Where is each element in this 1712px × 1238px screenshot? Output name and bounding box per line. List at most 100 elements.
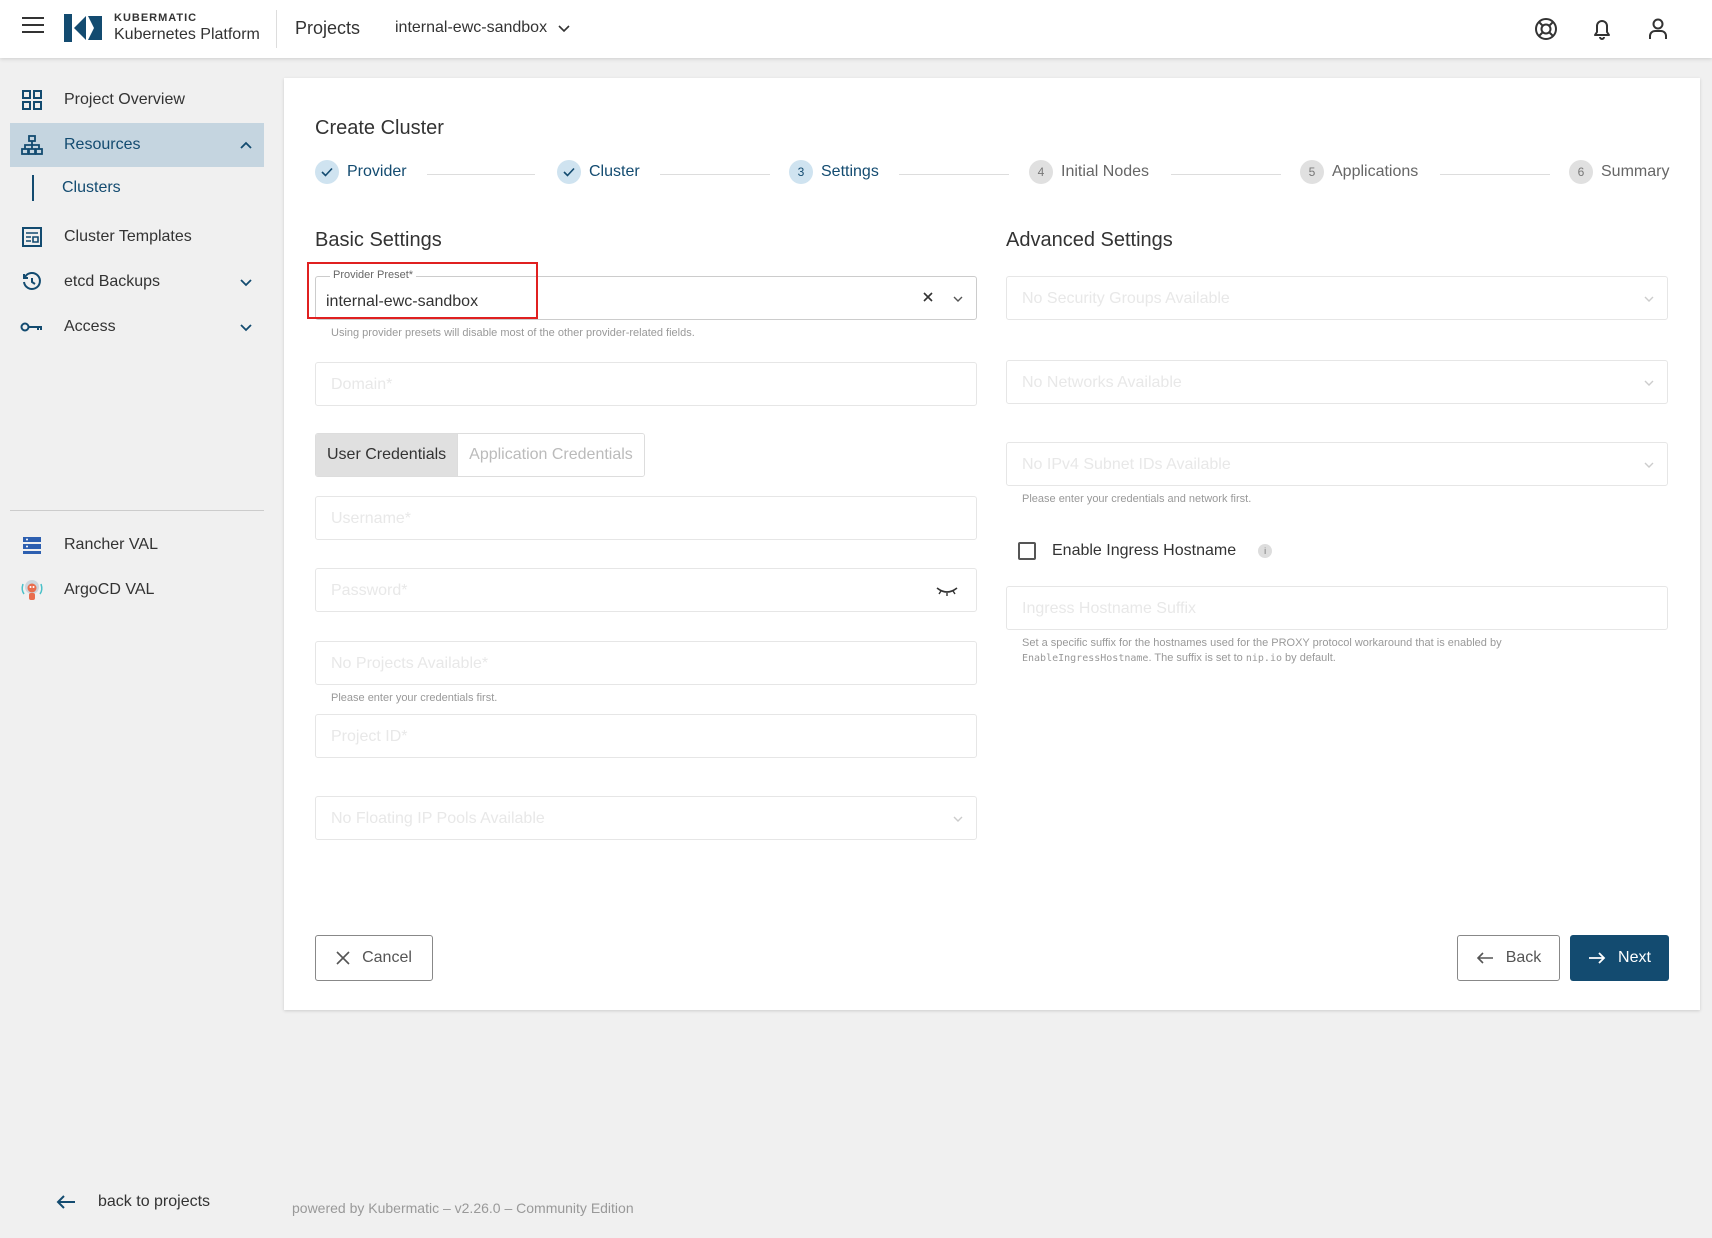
step-connector	[660, 174, 770, 175]
chevron-down-icon	[240, 279, 252, 287]
sidebar-item-resources[interactable]: Resources	[10, 123, 264, 167]
step-connector	[1171, 174, 1281, 175]
create-cluster-card: Create Cluster Provider Cluster 3 Settin…	[284, 78, 1700, 1010]
step-label: Applications	[1332, 163, 1419, 180]
placeholder: No Networks Available	[1022, 374, 1182, 391]
sidebar-item-etcd-backups[interactable]: etcd Backups	[10, 260, 264, 304]
sidebar-item-label: ArgoCD VAL	[64, 581, 155, 598]
arrow-right-icon	[1589, 952, 1606, 964]
step-number: 5	[1300, 160, 1324, 184]
password-input[interactable]: Password*	[315, 568, 977, 612]
chevron-down-icon	[558, 25, 570, 33]
step-connector	[1440, 174, 1550, 175]
sidebar: Project Overview Resources Clusters Clus…	[0, 58, 272, 1238]
button-label: Next	[1618, 949, 1651, 966]
chevron-down-icon	[1644, 462, 1654, 468]
sidebar-item-label: Rancher VAL	[64, 536, 158, 553]
networks-select[interactable]: No Networks Available	[1006, 360, 1668, 404]
kubermatic-logo[interactable]	[64, 12, 102, 44]
username-input[interactable]: Username*	[315, 496, 977, 540]
subnets-select[interactable]: No IPv4 Subnet IDs Available	[1006, 442, 1668, 486]
user-icon[interactable]	[1645, 16, 1671, 42]
floating-ip-pool-select[interactable]: No Floating IP Pools Available	[315, 796, 977, 840]
field-value: internal-ewc-sandbox	[326, 293, 479, 310]
hierarchy-icon	[20, 133, 44, 157]
step-label: Cluster	[589, 163, 640, 180]
sidebar-item-access[interactable]: Access	[10, 305, 264, 349]
eye-closed-icon[interactable]	[936, 585, 958, 597]
sidebar-item-label: Access	[64, 318, 116, 335]
sidebar-item-rancher[interactable]: Rancher VAL	[10, 523, 264, 567]
placeholder: Ingress Hostname Suffix	[1022, 600, 1197, 617]
step-number: 3	[789, 160, 813, 184]
menu-icon[interactable]	[22, 17, 44, 35]
sidebar-item-clusters[interactable]: Clusters	[32, 175, 121, 201]
projects-link[interactable]: Projects	[295, 18, 360, 39]
cancel-button[interactable]: Cancel	[315, 935, 433, 981]
arrow-left-icon	[1476, 952, 1493, 964]
step-label: Provider	[347, 163, 407, 180]
page-title: Create Cluster	[315, 117, 444, 139]
chevron-down-icon	[1644, 380, 1654, 386]
step-label: Summary	[1601, 163, 1670, 180]
project-selector[interactable]: internal-ewc-sandbox	[395, 19, 571, 37]
step-number: 4	[1029, 160, 1053, 184]
step-label: Settings	[821, 163, 879, 180]
ingress-hostname-suffix-input[interactable]: Ingress Hostname Suffix	[1006, 586, 1668, 630]
history-icon	[20, 270, 44, 294]
step-settings[interactable]: 3 Settings	[789, 160, 879, 184]
security-groups-select[interactable]: No Security Groups Available	[1006, 276, 1668, 320]
placeholder: No IPv4 Subnet IDs Available	[1022, 456, 1231, 473]
sidebar-item-label: Project Overview	[64, 91, 185, 108]
back-label: back to projects	[98, 1193, 211, 1210]
application-credentials-tab[interactable]: Application Credentials	[457, 434, 644, 476]
close-icon[interactable]	[920, 289, 936, 305]
placeholder: Username*	[331, 510, 412, 527]
step-initial-nodes[interactable]: 4 Initial Nodes	[1029, 160, 1149, 184]
stepper: Provider Cluster 3 Settings 4 Initial No…	[315, 160, 1671, 190]
project-id-input[interactable]: Project ID*	[315, 714, 977, 758]
key-icon	[20, 315, 44, 339]
placeholder: Domain*	[331, 376, 393, 393]
credentials-toggle: User Credentials Application Credentials	[315, 433, 645, 477]
check-icon	[557, 160, 581, 184]
projects-select[interactable]: No Projects Available*	[315, 641, 977, 685]
placeholder: Password*	[331, 582, 408, 599]
sidebar-item-label: etcd Backups	[64, 273, 161, 290]
sidebar-item-project-overview[interactable]: Project Overview	[10, 78, 264, 122]
back-to-projects-link[interactable]: back to projects	[56, 1193, 210, 1211]
sidebar-item-cluster-templates[interactable]: Cluster Templates	[10, 215, 264, 259]
chevron-down-icon	[1644, 296, 1654, 302]
advanced-settings-title: Advanced Settings	[1006, 229, 1173, 251]
back-button[interactable]: Back	[1457, 935, 1560, 981]
brand-subtitle: Kubernetes Platform	[114, 26, 260, 43]
hint-text: by default.	[1285, 652, 1336, 664]
button-label: Cancel	[362, 949, 412, 966]
top-bar: KUBERMATIC Kubernetes Platform Projects …	[0, 0, 1712, 58]
help-icon[interactable]	[1533, 16, 1559, 42]
user-credentials-tab[interactable]: User Credentials	[316, 434, 458, 476]
placeholder: Project ID*	[331, 728, 408, 745]
ingress-hostname-checkbox[interactable]	[1018, 542, 1036, 560]
domain-input[interactable]: Domain*	[315, 362, 977, 406]
bell-icon[interactable]	[1589, 16, 1615, 42]
step-summary[interactable]: 6 Summary	[1569, 160, 1669, 184]
step-applications[interactable]: 5 Applications	[1300, 160, 1418, 184]
divider	[276, 10, 277, 48]
preset-hint: Using provider presets will disable most…	[331, 327, 695, 339]
argocd-icon	[20, 578, 44, 602]
info-icon[interactable]: i	[1258, 544, 1273, 558]
step-provider[interactable]: Provider	[315, 160, 407, 184]
checkbox-label[interactable]: Enable Ingress Hostname	[1052, 542, 1236, 560]
next-button[interactable]: Next	[1570, 935, 1669, 981]
provider-preset-select[interactable]: Provider Preset* internal-ewc-sandbox	[315, 269, 977, 320]
sidebar-item-argocd[interactable]: ArgoCD VAL	[10, 568, 264, 612]
ingress-hostname-row: Enable Ingress Hostname i	[1018, 542, 1273, 560]
basic-settings-title: Basic Settings	[315, 229, 442, 251]
sidebar-item-label: Cluster Templates	[64, 228, 192, 245]
step-cluster[interactable]: Cluster	[557, 160, 640, 184]
step-connector	[427, 174, 535, 175]
step-number: 6	[1569, 160, 1593, 184]
hint-code: EnableIngressHostname	[1022, 653, 1149, 664]
grid-icon	[20, 88, 44, 112]
